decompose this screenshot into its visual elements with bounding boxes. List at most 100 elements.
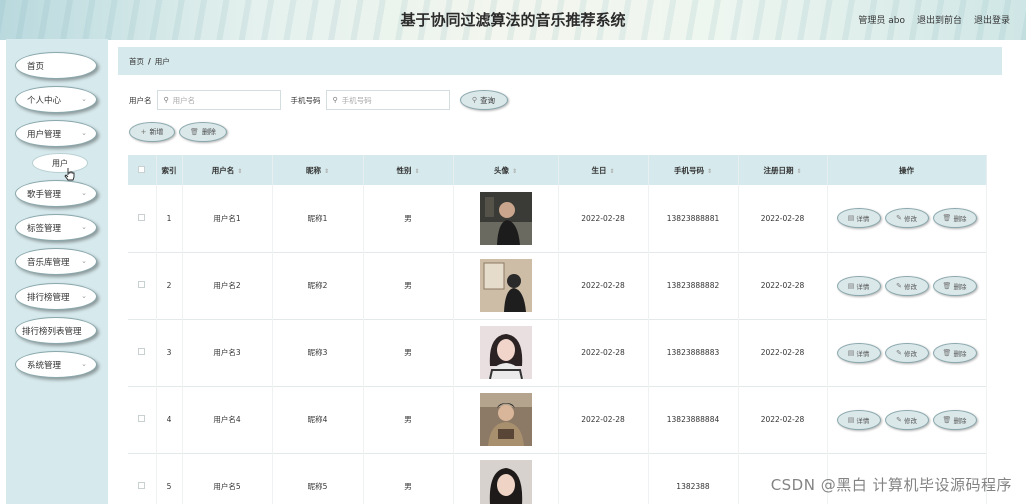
cell-index: 1	[156, 185, 183, 252]
sidebar-item-home[interactable]: 首页	[15, 52, 97, 79]
search-icon: ⚲	[163, 96, 169, 104]
sort-icon[interactable]: ⇕	[414, 168, 419, 175]
batch-delete-button[interactable]: 🗑 删除	[179, 122, 227, 142]
sidebar-item-ranking-management[interactable]: 排行榜管理 ⌄	[15, 283, 97, 310]
sidebar-item-music-library-management[interactable]: 音乐库管理 ⌄	[15, 248, 97, 275]
sidebar: 首页 个人中心 ⌄ 用户管理 ⌄ 用户 歌手管理 ⌄ 标签管理 ⌄ 音乐库管理 …	[6, 39, 108, 504]
chevron-down-icon: ⌄	[81, 95, 87, 103]
row-checkbox[interactable]	[138, 482, 146, 489]
username-search-input[interactable]: ⚲ 用户名	[156, 90, 281, 110]
add-button[interactable]: + 新增	[129, 122, 175, 142]
sidebar-item-label: 排行榜管理	[27, 292, 70, 303]
bulk-actions: + 新增 🗑 删除	[129, 122, 227, 142]
sidebar-item-label: 首页	[27, 61, 45, 72]
column-header[interactable]: 手机号码 ⇕	[648, 155, 739, 185]
sidebar-item-user-management[interactable]: 用户管理 ⌄	[15, 120, 97, 147]
cell-nickname: 昵称3	[272, 319, 364, 386]
delete-button[interactable]: 🗑 删除	[932, 409, 977, 430]
edit-button[interactable]: ✎ 修改	[884, 275, 929, 296]
detail-button[interactable]: ▤ 详情	[836, 275, 881, 296]
detail-button[interactable]: ▤ 详情	[836, 208, 881, 229]
sidebar-item-label: 标签管理	[27, 223, 62, 234]
row-checkbox[interactable]	[138, 213, 146, 221]
cell-index: 2	[156, 252, 183, 319]
column-header[interactable]: 头像 ⇕	[453, 155, 559, 185]
sidebar-item-ranking-list-management[interactable]: 排行榜列表管理	[15, 317, 97, 344]
trash-icon: 🗑	[942, 348, 952, 357]
column-header[interactable]: 昵称 ⇕	[272, 155, 364, 185]
table-row: 2 用户名2 昵称2 男 2022-02-28 13823888882 2022…	[128, 252, 987, 319]
sidebar-item-personal-center[interactable]: 个人中心 ⌄	[15, 86, 97, 113]
sort-icon[interactable]: ⇕	[237, 168, 242, 175]
edit-button[interactable]: ✎ 修改	[884, 409, 929, 430]
avatar[interactable]	[479, 393, 532, 446]
logout-link[interactable]: 退出登录	[974, 13, 1010, 26]
delete-button[interactable]: 🗑 删除	[932, 208, 977, 229]
admin-label: 管理员 abo	[858, 16, 905, 26]
cell-username: 用户名5	[182, 453, 273, 504]
sidebar-subitem-user[interactable]: 用户	[32, 153, 88, 173]
document-icon: ▤	[847, 214, 855, 223]
cell-gender: 男	[363, 319, 454, 386]
table-row: 3 用户名3 昵称3 男 2022-02-28 13823888883 2022…	[128, 319, 987, 386]
column-header[interactable]: 注册日期 ⇕	[738, 155, 828, 185]
sidebar-item-label: 排行榜列表管理	[22, 326, 82, 337]
cell-nickname: 昵称4	[272, 386, 364, 453]
user-table: 索引 用户名 ⇕ 昵称 ⇕ 性别 ⇕ 头像 ⇕ 生日 ⇕ 手机号码 ⇕ 注册日期 ⇕ 操作 1…	[128, 155, 987, 504]
exit-to-frontend-link[interactable]: 退出到前台	[917, 13, 962, 26]
document-icon: ▤	[847, 415, 855, 424]
sort-icon[interactable]: ⇕	[609, 168, 614, 175]
edit-button[interactable]: ✎ 修改	[884, 342, 929, 363]
delete-button[interactable]: 🗑 删除	[932, 342, 977, 363]
cell-gender: 男	[363, 453, 454, 504]
avatar[interactable]	[479, 191, 532, 245]
edit-button[interactable]: ✎ 修改	[884, 208, 929, 229]
avatar[interactable]	[479, 259, 532, 312]
table-row: 1 用户名1 昵称1 男 2022-02-28 13823888881 2022…	[128, 185, 987, 252]
delete-button[interactable]: 🗑 删除	[932, 275, 977, 296]
cell-phone: 1382388	[648, 453, 739, 504]
row-checkbox[interactable]	[138, 348, 146, 355]
detail-button[interactable]: ▤ 详情	[836, 409, 881, 430]
column-header[interactable]: 性别 ⇕	[363, 155, 454, 185]
document-icon: ▤	[847, 281, 855, 290]
table-header-row: 索引 用户名 ⇕ 昵称 ⇕ 性别 ⇕ 头像 ⇕ 生日 ⇕ 手机号码 ⇕ 注册日期 ⇕ 操作	[128, 155, 987, 185]
detail-button[interactable]: ▤ 详情	[836, 342, 881, 363]
breadcrumb-home[interactable]: 首页	[129, 56, 144, 67]
sidebar-item-tag-management[interactable]: 标签管理 ⌄	[15, 214, 97, 241]
search-bar: 用户名 ⚲ 用户名 手机号码 ⚲ 手机号码 ⚲ 查询	[129, 90, 508, 110]
column-header: 索引	[156, 155, 183, 185]
select-all-checkbox[interactable]	[138, 165, 146, 173]
sort-icon[interactable]: ⇕	[512, 168, 517, 175]
column-header: 操作	[827, 155, 987, 185]
sidebar-item-system-management[interactable]: 系统管理 ⌄	[15, 351, 97, 378]
cell-birthday: 2022-02-28	[558, 252, 649, 319]
avatar[interactable]	[479, 326, 532, 379]
sort-icon[interactable]: ⇕	[324, 168, 329, 175]
row-checkbox[interactable]	[138, 281, 146, 288]
sort-icon[interactable]: ⇕	[707, 168, 712, 175]
breadcrumb-current: 用户	[154, 56, 170, 66]
sidebar-item-label: 个人中心	[27, 95, 62, 106]
trash-icon: 🗑	[942, 281, 952, 290]
cell-nickname: 昵称1	[272, 185, 364, 252]
sidebar-item-singer-management[interactable]: 歌手管理 ⌄	[15, 180, 97, 207]
column-header[interactable]: 用户名 ⇕	[182, 155, 273, 185]
column-header[interactable]: 生日 ⇕	[558, 155, 649, 185]
username-label: 用户名	[129, 95, 152, 105]
chevron-down-icon: ⌄	[81, 223, 87, 231]
header-links: 管理员 abo 退出到前台 退出登录	[858, 13, 1010, 26]
sort-icon[interactable]: ⇕	[796, 168, 801, 175]
avatar[interactable]	[479, 460, 532, 504]
chevron-down-icon: ⌄	[81, 129, 87, 137]
cell-index: 5	[156, 453, 183, 504]
cell-birthday: 2022-02-28	[558, 185, 649, 252]
cell-username: 用户名4	[182, 386, 273, 453]
cell-register-date: 2022-02-28	[738, 252, 828, 319]
row-checkbox[interactable]	[138, 415, 146, 422]
cell-birthday: 2022-02-28	[558, 319, 649, 386]
query-button[interactable]: ⚲ 查询	[459, 90, 508, 110]
breadcrumb-separator: /	[148, 56, 151, 66]
phone-search-input[interactable]: ⚲ 手机号码	[325, 90, 450, 110]
cell-index: 4	[156, 386, 183, 453]
